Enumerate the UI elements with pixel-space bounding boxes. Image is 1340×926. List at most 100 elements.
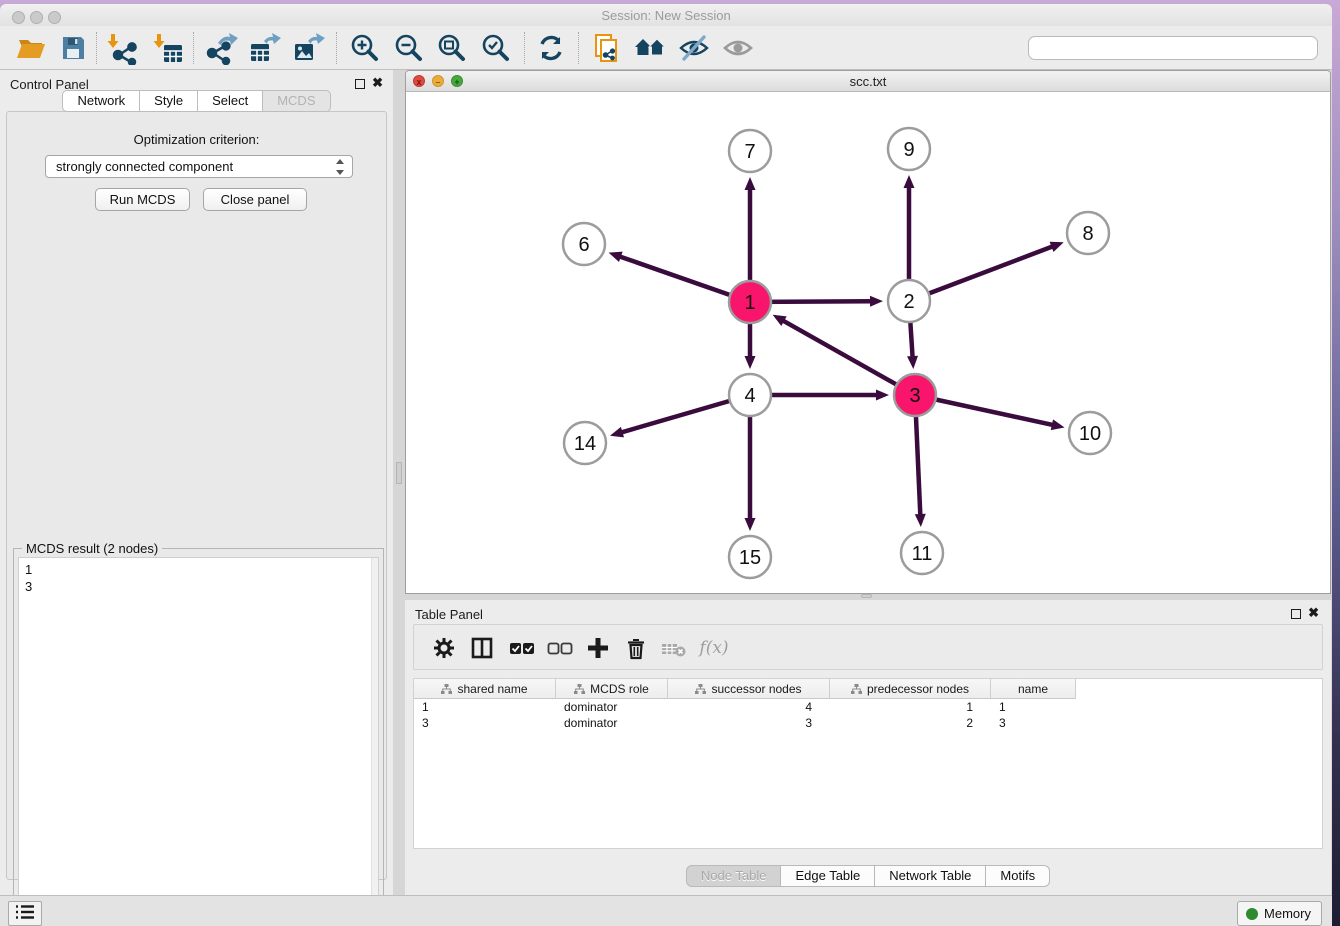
function-builder-button[interactable]: f(x)	[694, 633, 734, 663]
close-panel-icon[interactable]: ✖	[372, 75, 383, 91]
cell-name[interactable]: 3	[991, 715, 1076, 731]
zoom-out-icon	[391, 31, 425, 65]
node-label: 9	[903, 139, 914, 161]
tab-node-table[interactable]: Node Table	[686, 865, 782, 887]
close-panel-button[interactable]: Close panel	[203, 188, 307, 211]
column-type-icon	[851, 684, 862, 694]
save-session-button[interactable]	[55, 31, 91, 65]
horizontal-splitter-grip[interactable]	[861, 594, 872, 598]
network-canvas[interactable]: 7 9 6 8 1 2 4 3 14 10 15 11	[406, 92, 1330, 593]
network-window-titlebar: x – + scc.txt	[406, 71, 1330, 92]
toolbar-separator	[336, 32, 337, 64]
tab-style[interactable]: Style	[140, 90, 198, 112]
trash-icon	[624, 636, 648, 660]
save-icon	[56, 31, 90, 65]
cell-successor-nodes[interactable]: 3	[668, 715, 830, 731]
memory-button[interactable]: Memory	[1237, 901, 1322, 926]
run-mcds-button[interactable]: Run MCDS	[95, 188, 190, 211]
cell-shared-name[interactable]: 3	[414, 715, 556, 731]
tab-network[interactable]: Network	[62, 90, 140, 112]
tab-select[interactable]: Select	[198, 90, 263, 112]
graph-node-2[interactable]: 2	[888, 280, 930, 322]
arrowhead-4-15	[745, 518, 756, 531]
task-history-button[interactable]	[8, 901, 42, 926]
graph-node-9[interactable]: 9	[888, 128, 930, 170]
node-label: 1	[744, 292, 755, 314]
control-panel: Control Panel ✖ NetworkStyleSelectMCDS O…	[0, 70, 393, 895]
open-session-button[interactable]	[13, 31, 49, 65]
result-scrollbar[interactable]	[371, 558, 378, 920]
show-hidden-button[interactable]	[720, 31, 756, 65]
column-header-predecessor-nodes[interactable]: predecessor nodes	[830, 679, 991, 699]
zoom-out-button[interactable]	[390, 31, 426, 65]
cell-MCDS-role[interactable]: dominator	[556, 715, 668, 731]
column-header-shared-name[interactable]: shared name	[414, 679, 556, 699]
hide-selected-button[interactable]	[676, 31, 712, 65]
graph-node-1[interactable]: 1	[729, 281, 771, 323]
zoom-fit-button[interactable]	[433, 31, 469, 65]
create-column-button[interactable]	[582, 633, 614, 663]
cell-successor-nodes[interactable]: 4	[668, 699, 830, 715]
edge-2-8[interactable]	[909, 246, 1053, 301]
graph-node-11[interactable]: 11	[901, 532, 943, 574]
delete-column-button[interactable]	[620, 633, 652, 663]
cell-shared-name[interactable]: 1	[414, 699, 556, 715]
tab-mcds[interactable]: MCDS	[263, 90, 330, 112]
control-panel-tabs: NetworkStyleSelectMCDS	[0, 90, 393, 112]
node-table: shared nameMCDS rolesuccessor nodesprede…	[413, 678, 1323, 849]
title-bar: Session: New Session	[0, 4, 1332, 26]
table-row: 1dominator411	[414, 699, 1322, 715]
graph-node-8[interactable]: 8	[1067, 212, 1109, 254]
refresh-icon	[534, 31, 568, 65]
cell-MCDS-role[interactable]: dominator	[556, 699, 668, 715]
mcds-result-area[interactable]: 1 3	[18, 557, 379, 921]
table-settings-button[interactable]	[428, 633, 460, 663]
zoom-in-button[interactable]	[346, 31, 382, 65]
export-network-button[interactable]	[204, 31, 240, 65]
arrowhead-1-2	[870, 296, 883, 307]
arrowhead-2-8	[1050, 242, 1064, 252]
cell-predecessor-nodes[interactable]: 2	[830, 715, 991, 731]
select-all-columns-button[interactable]	[506, 633, 538, 663]
delete-table-button[interactable]	[658, 633, 690, 663]
export-network-icon	[205, 31, 239, 65]
tab-motifs[interactable]: Motifs	[986, 865, 1050, 887]
search-input[interactable]	[1028, 36, 1318, 60]
toolbar-separator	[193, 32, 194, 64]
tab-network-table[interactable]: Network Table	[875, 865, 986, 887]
import-table-button[interactable]	[150, 31, 186, 65]
cell-predecessor-nodes[interactable]: 1	[830, 699, 991, 715]
tab-edge-table[interactable]: Edge Table	[781, 865, 875, 887]
node-label: 2	[903, 291, 914, 313]
column-options-button[interactable]	[466, 633, 498, 663]
duplicate-network-button[interactable]	[588, 31, 624, 65]
memory-label: Memory	[1264, 906, 1311, 921]
graph-node-15[interactable]: 15	[729, 536, 771, 578]
apply-layout-button[interactable]	[533, 31, 569, 65]
toolbar-separator	[578, 32, 579, 64]
column-header-successor-nodes[interactable]: successor nodes	[668, 679, 830, 699]
graph-node-14[interactable]: 14	[564, 422, 606, 464]
edge-3-1[interactable]	[782, 320, 915, 395]
deselect-all-columns-button[interactable]	[544, 633, 576, 663]
export-image-button[interactable]	[290, 31, 326, 65]
close-panel-icon[interactable]: ✖	[1308, 605, 1319, 621]
toolbar-separator	[96, 32, 97, 64]
graph-node-7[interactable]: 7	[729, 130, 771, 172]
export-table-button[interactable]	[246, 31, 282, 65]
cell-name[interactable]: 1	[991, 699, 1076, 715]
vertical-splitter-grip[interactable]	[396, 462, 402, 484]
column-header-MCDS-role[interactable]: MCDS role	[556, 679, 668, 699]
zoom-selected-button[interactable]	[477, 31, 513, 65]
float-panel-icon[interactable]	[355, 79, 365, 89]
show-all-networks-button[interactable]	[632, 31, 668, 65]
import-network-button[interactable]	[104, 31, 140, 65]
optimization-criterion-label: Optimization criterion:	[7, 132, 386, 147]
float-panel-icon[interactable]	[1291, 609, 1301, 619]
graph-node-3[interactable]: 3	[894, 374, 936, 416]
graph-node-4[interactable]: 4	[729, 374, 771, 416]
criterion-select[interactable]: strongly connected component	[45, 155, 353, 178]
column-header-name[interactable]: name	[991, 679, 1076, 699]
graph-node-10[interactable]: 10	[1069, 412, 1111, 454]
graph-node-6[interactable]: 6	[563, 223, 605, 265]
